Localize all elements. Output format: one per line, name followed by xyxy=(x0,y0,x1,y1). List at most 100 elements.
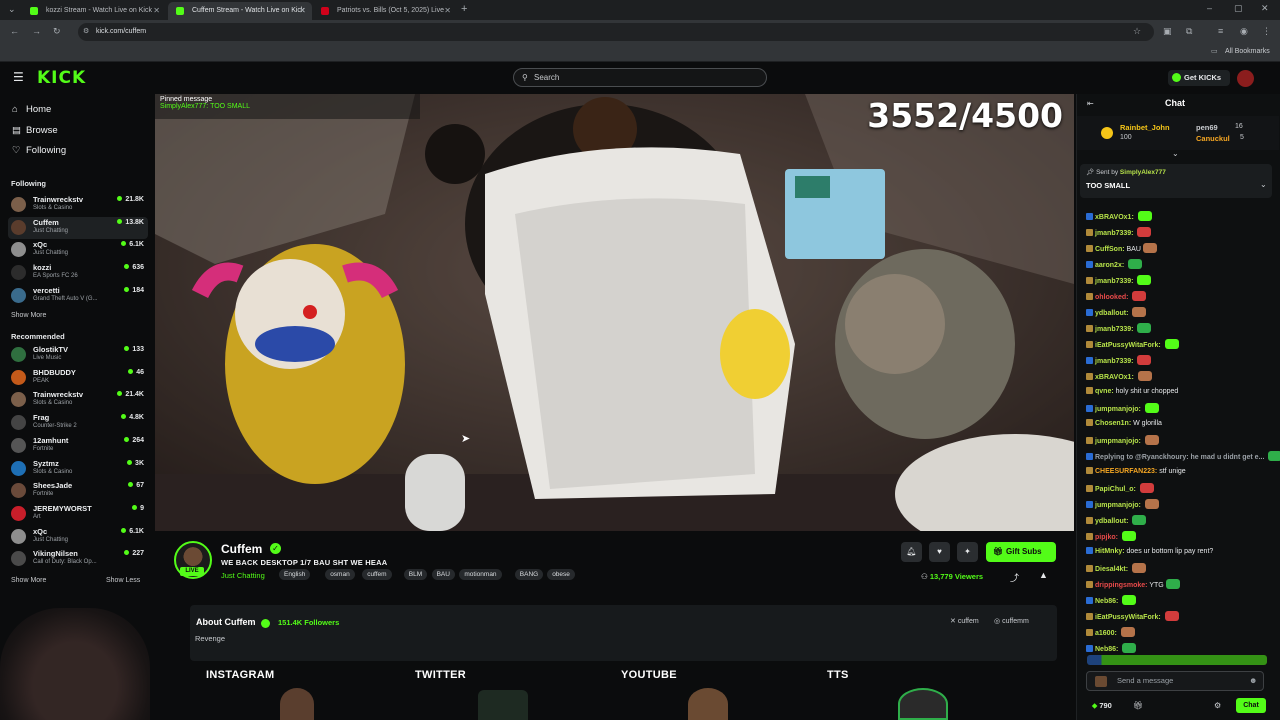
chat-username[interactable]: iEatPussyWitaFork: xyxy=(1095,342,1161,349)
url-input[interactable]: ⚙ kick.com/cuffem xyxy=(78,23,1154,41)
recommended-channel[interactable]: 12amhunt Fortnite 264 xyxy=(8,435,148,457)
stream-tag[interactable]: English xyxy=(279,569,311,580)
search-input[interactable]: ⚲ Search xyxy=(513,68,767,87)
chat-username[interactable]: xBRAVOx1: xyxy=(1095,374,1134,381)
chat-message[interactable]: Diesal4kt: xyxy=(1086,563,1147,575)
chat-send-button[interactable]: Chat xyxy=(1236,698,1266,713)
channel-points[interactable]: ⬥ 790 xyxy=(1092,701,1112,711)
chat-username[interactable]: CuffSon: xyxy=(1095,246,1125,253)
chat-pinned-message[interactable]: 📌︎ Sent by SimplyAlex777 TOO SMALL ⌄ xyxy=(1080,164,1272,198)
chat-username[interactable]: Chosen1n: xyxy=(1095,420,1131,427)
nav-home[interactable]: ⌂ Home xyxy=(12,104,51,115)
chat-message[interactable]: ydballout: xyxy=(1086,515,1147,527)
chat-message[interactable]: jmanb7339: xyxy=(1086,275,1152,287)
recommended-channel[interactable]: VikingNilsen Call of Duty: Black Op... 227 xyxy=(8,548,148,570)
following-channel[interactable]: Cuffem Just Chatting 13.8K xyxy=(8,216,148,239)
stream-category-link[interactable]: Just Chatting xyxy=(221,571,265,580)
panel-youtube[interactable]: YOUTUBE xyxy=(621,669,677,681)
chat-username[interactable]: ydballout: xyxy=(1095,310,1128,317)
chat-message[interactable]: jmanb7339: xyxy=(1086,227,1152,239)
chat-message[interactable]: ydballout: xyxy=(1086,307,1147,319)
chat-username[interactable]: CHEESURFAN223: xyxy=(1095,468,1157,475)
chat-message[interactable]: drippingsmoke: YTG xyxy=(1086,579,1180,591)
chat-username[interactable]: ohlooked: xyxy=(1095,294,1128,301)
maximize-icon[interactable]: ▢ xyxy=(1234,4,1243,13)
share-icon[interactable]: ⤴ xyxy=(1010,571,1019,584)
nav-browse[interactable]: ▤ Browse xyxy=(12,125,58,136)
get-kicks-button[interactable]: Get KICKs xyxy=(1168,70,1230,86)
gift-icon[interactable]: 🎁︎ xyxy=(1133,701,1143,710)
chat-message[interactable]: Neb86: xyxy=(1086,643,1137,655)
chat-username[interactable]: aaron2x: xyxy=(1095,262,1124,269)
extension-icon[interactable]: ▣ xyxy=(1163,27,1172,36)
leader-1-name[interactable]: Rainbet_John xyxy=(1120,123,1170,132)
video-player[interactable]: Pinned message SimplyAlex777: TOO SMALL … xyxy=(155,94,1074,531)
chat-username[interactable]: drippingsmoke: xyxy=(1095,582,1148,589)
recommended-channel[interactable]: Trainwreckstv Slots & Casino 21.4K xyxy=(8,389,148,411)
chat-username[interactable]: Replying to @Ryanckhoury: he mad u didnt… xyxy=(1095,454,1264,461)
recommended-channel[interactable]: xQc Just Chatting 6.1K xyxy=(8,526,148,548)
expand-leaderboard-icon[interactable]: ⌄ xyxy=(1172,149,1179,158)
tab-close-icon[interactable]: ✕ xyxy=(299,2,306,20)
recommended-channel[interactable]: SheesJade Fortnite 67 xyxy=(8,480,148,502)
chat-message[interactable]: iEatPussyWitaFork: xyxy=(1086,611,1179,623)
hamburger-menu-icon[interactable]: ☰ xyxy=(13,70,24,84)
chat-message[interactable]: PapiChul_o: xyxy=(1086,483,1154,495)
chat-message[interactable]: jumpmanjojo: xyxy=(1086,499,1159,511)
emoji-icon[interactable]: ☻ xyxy=(1249,672,1257,690)
all-bookmarks-link[interactable]: All Bookmarks xyxy=(1225,48,1270,55)
forward-icon[interactable]: → xyxy=(32,27,41,36)
chat-username[interactable]: HitMnky: xyxy=(1095,548,1125,555)
minimize-icon[interactable]: – xyxy=(1207,4,1212,13)
menu-kebab-icon[interactable]: ⋮ xyxy=(1262,27,1271,36)
stream-tag[interactable]: motionman xyxy=(459,569,502,580)
bookmark-star-icon[interactable]: ☆ xyxy=(1133,27,1141,36)
chat-username[interactable]: Neb86: xyxy=(1095,646,1118,653)
following-channel[interactable]: kozzi EA Sports FC 26 636 xyxy=(8,262,148,284)
reload-icon[interactable]: ↻ xyxy=(53,27,61,36)
chat-username[interactable]: PapiChul_o: xyxy=(1095,486,1136,493)
show-more-following[interactable]: Show More xyxy=(11,312,46,319)
show-more-recommended[interactable]: Show More xyxy=(11,577,46,584)
recommended-channel[interactable]: BHDBUDDY PEAK 46 xyxy=(8,367,148,389)
tab-close-icon[interactable]: ✕ xyxy=(444,2,451,20)
stream-tag[interactable]: BAU xyxy=(431,569,455,580)
notification-bell-button[interactable]: 🔔︎ xyxy=(901,542,922,562)
leader-2-name[interactable]: pen69 xyxy=(1196,123,1218,132)
chat-message[interactable]: Replying to @Ryanckhoury: he mad u didnt… xyxy=(1086,451,1280,463)
x-link[interactable]: ✕ cuffem xyxy=(950,617,979,625)
recommended-channel[interactable]: GlostikTV Live Music 133 xyxy=(8,344,148,366)
media-icon[interactable]: ≡ xyxy=(1218,27,1223,36)
chat-username[interactable]: Neb86: xyxy=(1095,598,1118,605)
chat-username[interactable]: jmanb7339: xyxy=(1095,278,1134,285)
back-icon[interactable]: ← xyxy=(10,27,19,36)
stream-tag[interactable]: cuffem xyxy=(362,569,392,580)
browser-tab-active[interactable]: Cuffem Stream - Watch Live on Kick ✕ xyxy=(168,2,312,20)
nav-following[interactable]: ♡ Following xyxy=(12,145,66,156)
chat-username[interactable]: jumpmanjojo: xyxy=(1095,438,1141,445)
chat-username[interactable]: jmanb7339: xyxy=(1095,326,1134,333)
new-tab-icon[interactable]: + xyxy=(461,4,467,15)
show-less-recommended[interactable]: Show Less xyxy=(106,577,140,584)
chat-username[interactable]: jumpmanjojo: xyxy=(1095,406,1141,413)
stream-tag[interactable]: BLM xyxy=(403,569,428,580)
chat-message[interactable]: iEatPussyWitaFork: xyxy=(1086,339,1179,351)
chat-username[interactable]: xBRAVOx1: xyxy=(1095,214,1134,221)
chat-message[interactable]: jumpmanjojo: xyxy=(1086,403,1159,415)
stream-tag[interactable]: obese xyxy=(547,569,575,580)
clip-button[interactable]: ✦ xyxy=(957,542,978,562)
chat-message[interactable]: qvne: holy shit ur chopped xyxy=(1086,387,1178,397)
chat-message[interactable]: aaron2x: xyxy=(1086,259,1143,271)
chat-message[interactable]: jmanb7339: xyxy=(1086,323,1152,335)
puzzle-icon[interactable]: ⧉ xyxy=(1186,27,1192,36)
following-channel[interactable]: vercetti Grand Theft Auto V (G... 184 xyxy=(8,285,148,307)
site-info-icon[interactable]: ⚙ xyxy=(83,28,89,35)
panel-instagram[interactable]: INSTAGRAM xyxy=(206,669,275,681)
chat-username[interactable]: iEatPussyWitaFork: xyxy=(1095,614,1161,621)
kick-logo[interactable]: KICK xyxy=(37,68,86,88)
tab-close-icon[interactable]: ✕ xyxy=(153,2,160,20)
expand-pin-icon[interactable]: ⌄ xyxy=(1260,180,1267,189)
chat-username[interactable]: a1600: xyxy=(1095,630,1117,637)
chat-message[interactable]: jmanb7339: xyxy=(1086,355,1152,367)
chat-message[interactable]: CuffSon: BAU xyxy=(1086,243,1157,255)
